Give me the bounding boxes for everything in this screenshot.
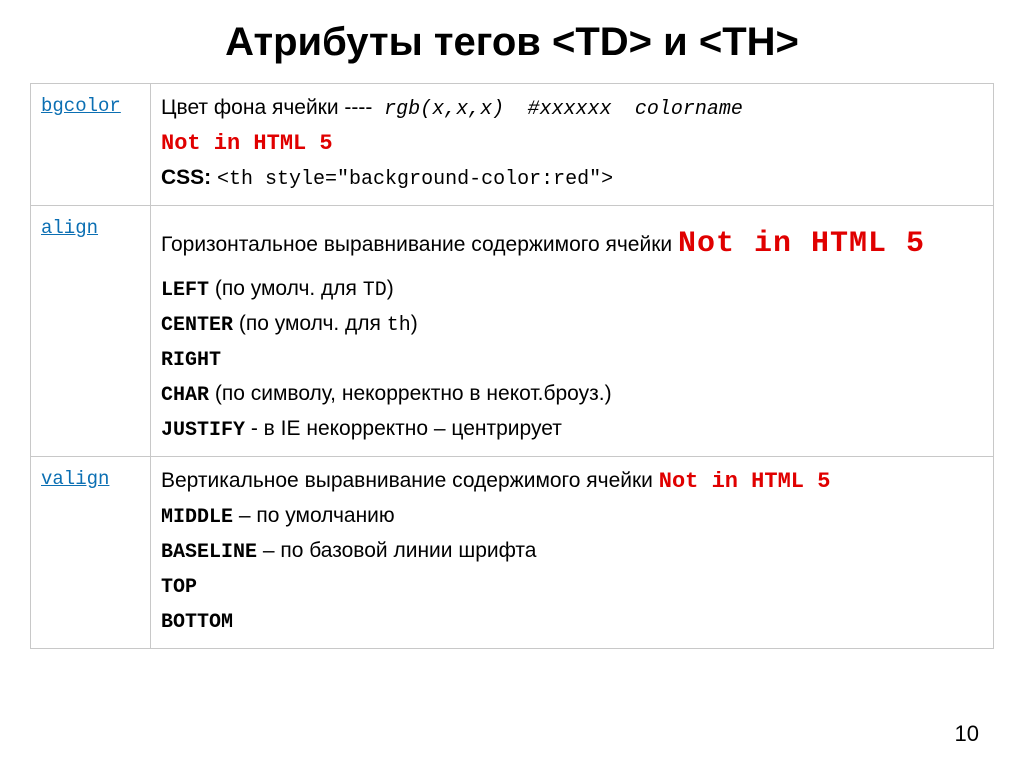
align-left-close: ) <box>387 277 394 300</box>
align-desc: Горизонтальное выравнивание содержимого … <box>161 233 672 256</box>
align-char-code: CHAR <box>161 384 209 407</box>
bgcolor-hex: #xxxxxx <box>527 98 611 121</box>
page-title: Атрибуты тегов <TD> и <TH> <box>30 20 994 65</box>
align-left-note: (по умолч. для <box>209 277 363 300</box>
table-row: bgcolor Цвет фона ячейки ---- rgb(x,x,x)… <box>31 84 994 206</box>
valign-top-code: TOP <box>161 576 197 599</box>
bgcolor-colorname: colorname <box>635 98 743 121</box>
bgcolor-notin: Not in HTML 5 <box>161 131 333 156</box>
attr-cell-valign: valign <box>31 457 151 649</box>
align-notin: Not in HTML 5 <box>678 227 925 261</box>
align-center-note: (по умолч. для <box>233 312 387 335</box>
valign-notin: Not in HTML 5 <box>659 469 831 494</box>
align-center-close: ) <box>411 312 418 335</box>
valign-baseline-note: – по базовой линии шрифта <box>257 539 536 562</box>
align-center-code: CENTER <box>161 314 233 337</box>
bgcolor-rgb: rgb(x,x,x) <box>384 98 504 121</box>
bgcolor-css-label: CSS: <box>161 166 211 189</box>
align-justify-code: JUSTIFY <box>161 419 245 442</box>
valign-bottom-code: BOTTOM <box>161 611 233 634</box>
table-row: align Горизонтальное выравнивание содерж… <box>31 206 994 457</box>
page-number: 10 <box>955 721 979 747</box>
align-justify-note: - в IE некорректно – центрирует <box>245 417 562 440</box>
align-right-code: RIGHT <box>161 349 221 372</box>
attr-cell-bgcolor: bgcolor <box>31 84 151 206</box>
align-center-tag: th <box>387 314 411 337</box>
attribute-table: bgcolor Цвет фона ячейки ---- rgb(x,x,x)… <box>30 83 994 649</box>
attr-cell-align: align <box>31 206 151 457</box>
valign-baseline-code: BASELINE <box>161 541 257 564</box>
desc-cell-bgcolor: Цвет фона ячейки ---- rgb(x,x,x) #xxxxxx… <box>151 84 994 206</box>
bgcolor-css-code: <th style="background-color:red"> <box>217 168 613 191</box>
valign-middle-note: – по умолчанию <box>233 504 395 527</box>
bgcolor-desc-prefix: Цвет фона ячейки ---- <box>161 96 372 119</box>
desc-cell-align: Горизонтальное выравнивание содержимого … <box>151 206 994 457</box>
bgcolor-link[interactable]: bgcolor <box>41 95 121 117</box>
valign-desc: Вертикальное выравнивание содержимого яч… <box>161 469 653 492</box>
valign-middle-code: MIDDLE <box>161 506 233 529</box>
align-left-code: LEFT <box>161 279 209 302</box>
align-char-note: (по символу, некорректно в некот.броуз.) <box>209 382 612 405</box>
align-left-tag: TD <box>363 279 387 302</box>
align-link[interactable]: align <box>41 217 98 239</box>
table-row: valign Вертикальное выравнивание содержи… <box>31 457 994 649</box>
desc-cell-valign: Вертикальное выравнивание содержимого яч… <box>151 457 994 649</box>
valign-link[interactable]: valign <box>41 468 109 490</box>
